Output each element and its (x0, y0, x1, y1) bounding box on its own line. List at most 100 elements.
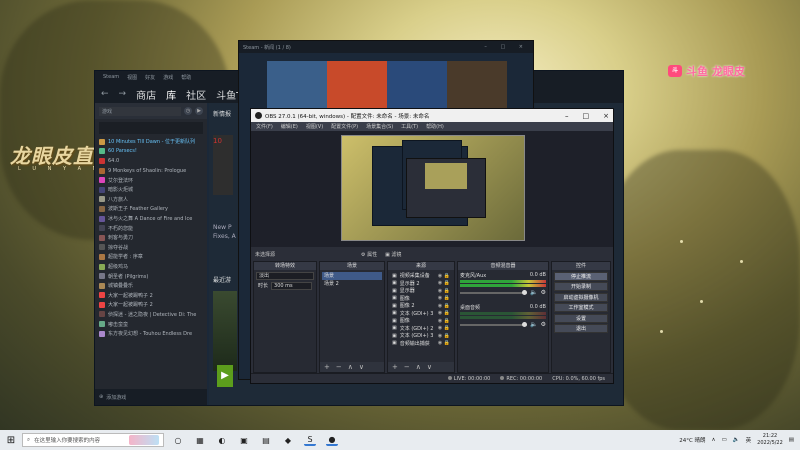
source-item[interactable]: ▣ 视频采集设备 ◉ 🔒 (390, 272, 452, 280)
library-game-item[interactable]: 城镇叠叠乐 (99, 281, 203, 291)
scene-item[interactable]: 场景 (322, 272, 382, 280)
input-language[interactable]: 英 (746, 436, 752, 444)
speaker-icon[interactable]: 🔈 (530, 289, 537, 296)
recent-game-cover[interactable] (213, 291, 237, 371)
obs-menu-profile[interactable]: 配置文件(P) (331, 123, 358, 130)
studio-mode-button[interactable]: 工作室模式 (554, 303, 608, 312)
source-item[interactable]: ▣ 音频输出捕获 ◉ 🔒 (390, 340, 452, 348)
move-down-icon[interactable]: ∨ (359, 363, 364, 371)
visibility-lock-icons[interactable]: ◉ 🔒 (438, 325, 450, 331)
library-game-item[interactable]: 64.0 (99, 156, 203, 166)
transition-type-select[interactable]: 淡出 (256, 272, 314, 280)
taskbar-app-icon[interactable]: ○ (172, 434, 184, 446)
settings-button[interactable]: 设置 (554, 313, 608, 323)
visibility-lock-icons[interactable]: ◉ 🔒 (438, 273, 450, 279)
steam-menu-item[interactable]: 帮助 (181, 74, 191, 82)
preview-canvas[interactable] (341, 135, 525, 241)
library-game-item[interactable]: 大家一起被踢鸭子 2 (99, 300, 203, 310)
weather-status[interactable]: 24°C 晴朗 (679, 436, 705, 444)
play-button-icon[interactable]: ▶ (217, 365, 233, 387)
taskbar-app-icon[interactable]: ▦ (194, 434, 206, 446)
source-item[interactable]: ▣ 图像 2 ◉ 🔒 (390, 302, 452, 310)
minimize-icon[interactable]: – (565, 112, 569, 120)
obs-menu-file[interactable]: 文件(F) (256, 123, 273, 130)
library-game-item[interactable]: 冰与火之舞 A Dance of Fire and Ice (99, 214, 203, 224)
obs-menu-view[interactable]: 视图(V) (306, 123, 323, 130)
source-item[interactable]: ▣ 文本 (GDI+) 3 ◉ 🔒 (390, 310, 452, 318)
library-game-item[interactable]: 艾尔登法环 (99, 175, 203, 185)
gear-icon[interactable]: ⚙ (541, 321, 546, 328)
gear-icon[interactable]: ⚙ (541, 289, 546, 296)
exit-button[interactable]: 退出 (554, 324, 608, 333)
library-game-item[interactable]: 大家一起被踢鸭子 2 (99, 291, 203, 301)
volume-slider[interactable] (460, 321, 528, 327)
library-filter-dropdown[interactable]: 游戏 (99, 106, 181, 116)
steam-menu-item[interactable]: Steam (103, 74, 119, 82)
visibility-lock-icons[interactable]: ◉ 🔒 (438, 280, 450, 286)
source-item[interactable]: ▣ 文本 (GDI+) 3 ◉ 🔒 (390, 332, 452, 340)
back-arrow-icon[interactable]: ← (101, 89, 109, 99)
visibility-lock-icons[interactable]: ◉ 🔒 (438, 288, 450, 294)
taskbar-app-icon[interactable]: ◆ (282, 434, 294, 446)
source-item[interactable]: ▣ 文本 (GDI+) 2 ◉ 🔒 (390, 325, 452, 333)
library-game-item[interactable]: 波斯王子 Feather Gallery (99, 204, 203, 214)
volume-slider-knob[interactable] (522, 321, 528, 327)
add-icon[interactable]: + (324, 363, 330, 371)
taskbar-app-icon[interactable]: ▣ (238, 434, 250, 446)
visibility-lock-icons[interactable]: ◉ 🔒 (438, 318, 450, 324)
properties-button[interactable]: ⚙ 属性 (361, 251, 377, 258)
remove-icon[interactable]: − (336, 363, 342, 371)
library-game-item[interactable]: 60 Parsecs! (99, 147, 203, 157)
notification-icon[interactable]: ▤ (789, 437, 794, 443)
taskbar-app-icon[interactable]: ▤ (260, 434, 272, 446)
visibility-lock-icons[interactable]: ◉ 🔒 (438, 295, 450, 301)
taskbar-clock[interactable]: 21:22 2022/5/22 (757, 433, 783, 447)
duration-input[interactable]: 300 ms (271, 281, 312, 290)
play-filter-icon[interactable]: ▶ (195, 107, 203, 115)
taskbar-app-icon[interactable]: S (304, 434, 316, 446)
library-game-item[interactable]: 朝圣者 (Pilgrims) (99, 271, 203, 281)
steam-menu-item[interactable]: 视图 (127, 74, 137, 82)
start-virtual-camera-button[interactable]: 启动虚拟摄像机 (554, 292, 608, 302)
close-icon[interactable]: × (603, 112, 609, 120)
library-game-item[interactable]: 9 Monkeys of Shaolin: Prologue (99, 166, 203, 176)
tray-expand-icon[interactable]: ∧ (712, 437, 716, 443)
library-game-item[interactable]: 不朽的您能 (99, 223, 203, 233)
source-item[interactable]: ▣ 图像 ◉ 🔒 (390, 295, 452, 303)
volume-icon[interactable]: 🔈 (733, 437, 740, 443)
library-search-input[interactable] (99, 122, 203, 134)
stop-streaming-button[interactable]: 停止推流 (554, 271, 608, 281)
library-game-item[interactable]: 超能学者 : 序章 (99, 252, 203, 262)
obs-preview[interactable] (251, 131, 613, 247)
steam-menu-item[interactable]: 游戏 (163, 74, 173, 82)
obs-menu-tools[interactable]: 工具(T) (401, 123, 418, 130)
add-icon[interactable]: + (392, 363, 398, 371)
add-game-icon[interactable]: ⊕ (99, 394, 103, 400)
scene-item[interactable]: 场景 2 (322, 280, 382, 288)
visibility-lock-icons[interactable]: ◉ 🔒 (438, 303, 450, 309)
source-item[interactable]: ▣ 图像 ◉ 🔒 (390, 317, 452, 325)
forward-arrow-icon[interactable]: → (119, 89, 127, 99)
window-controls[interactable]: – □ × (484, 44, 529, 50)
library-game-item[interactable]: 掠夺谷战 (99, 243, 203, 253)
windows-start-icon[interactable]: ⊞ (0, 430, 22, 450)
library-game-item[interactable]: 嘟击蛮蛮 (99, 319, 203, 329)
filters-button[interactable]: ▣ 滤镜 (385, 251, 401, 258)
nav-store[interactable]: 商店 (136, 87, 156, 102)
move-up-icon[interactable]: ∧ (416, 363, 421, 371)
remove-icon[interactable]: − (404, 363, 410, 371)
network-icon[interactable]: ▭ (722, 437, 727, 443)
clock-icon[interactable]: ◷ (184, 107, 192, 115)
volume-slider[interactable] (460, 289, 528, 295)
move-up-icon[interactable]: ∧ (348, 363, 353, 371)
visibility-lock-icons[interactable]: ◉ 🔒 (438, 310, 450, 316)
library-game-item[interactable]: 10 Minutes Till Dawn - 位于更新队列 (99, 137, 203, 147)
obs-menu-help[interactable]: 帮助(H) (426, 123, 444, 130)
visibility-lock-icons[interactable]: ◉ 🔒 (438, 333, 450, 339)
taskbar-app-icon[interactable]: ● (326, 434, 338, 446)
obs-menu-edit[interactable]: 编辑(E) (281, 123, 298, 130)
library-game-item[interactable]: 超级鸡马 (99, 262, 203, 272)
library-game-item[interactable]: 八方旅人 (99, 195, 203, 205)
taskbar-search-box[interactable]: ⌕ 在这里输入你要搜索的内容 (22, 433, 164, 447)
source-item[interactable]: ▣ 显示器 ◉ 🔒 (390, 287, 452, 295)
